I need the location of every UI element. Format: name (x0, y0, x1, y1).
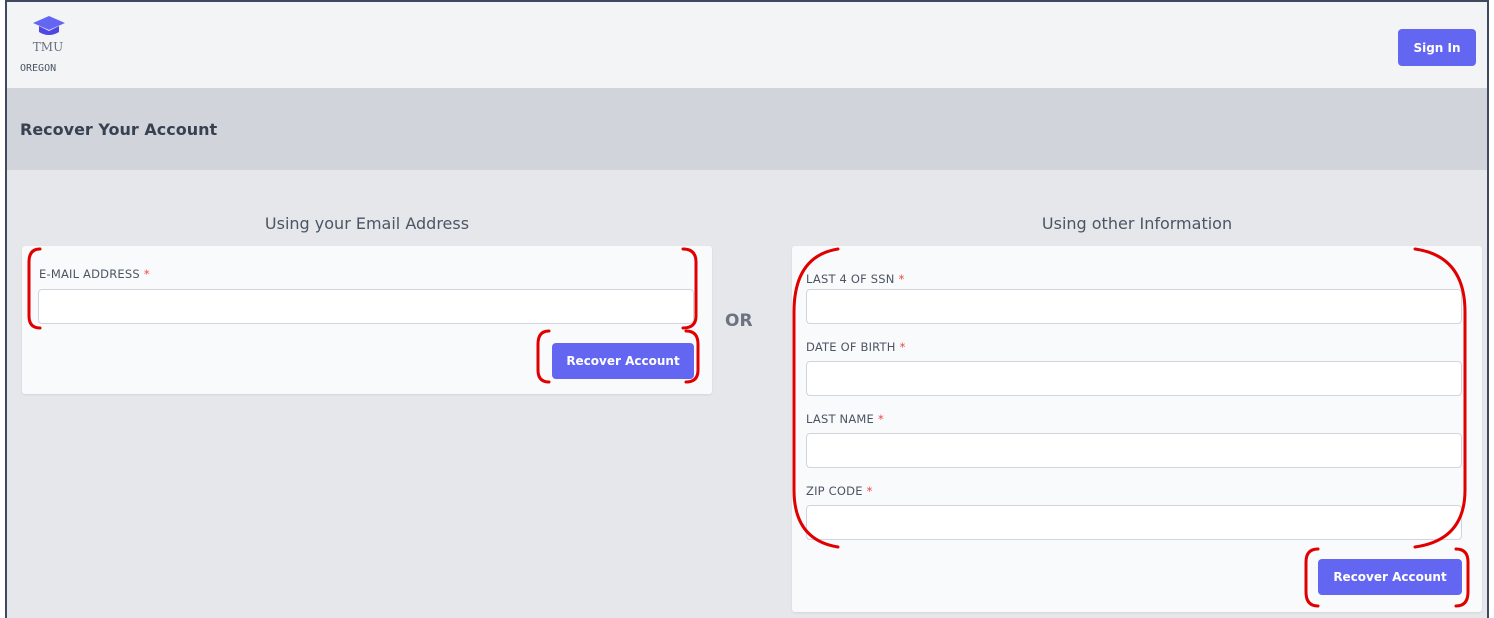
date-of-birth-field[interactable] (806, 361, 1462, 396)
required-marker: * (898, 272, 905, 286)
or-separator: OR (725, 311, 753, 331)
app-window: TMU OREGON Sign In Recover Your Account … (5, 0, 1489, 618)
other-info-recovery-card: LAST 4 OF SSN * DATE OF BIRTH * LAST NAME *… (792, 246, 1482, 612)
logo-text: TMU (32, 40, 64, 54)
email-field[interactable] (38, 289, 694, 324)
logo-subtitle: OREGON (20, 63, 57, 74)
sign-in-button[interactable]: Sign In (1398, 29, 1476, 66)
top-navigation-bar: TMU OREGON Sign In (7, 2, 1487, 88)
zip-code-field-label: ZIP CODE * (806, 484, 873, 498)
required-marker: * (899, 340, 906, 354)
recover-account-other-button[interactable]: Recover Account (1318, 559, 1462, 595)
other-section-heading: Using other Information (1041, 214, 1233, 233)
email-field-label: E-MAIL ADDRESS * (39, 267, 150, 281)
last-name-field[interactable] (806, 433, 1462, 468)
dob-field-label: DATE OF BIRTH * (806, 340, 906, 354)
email-section-heading: Using your Email Address (264, 214, 470, 233)
zip-code-field[interactable] (806, 505, 1462, 540)
email-recovery-card: E-MAIL ADDRESS * Recover Account (22, 246, 712, 394)
required-marker: * (877, 412, 884, 426)
page-title-bar: Recover Your Account (7, 88, 1487, 170)
page-title: Recover Your Account (20, 120, 218, 139)
site-logo[interactable]: TMU OREGON (19, 12, 79, 82)
ssn-field-label: LAST 4 OF SSN * (806, 272, 905, 286)
graduation-cap-icon (33, 16, 65, 35)
ssn-last4-field[interactable] (806, 289, 1462, 324)
required-marker: * (143, 267, 150, 281)
required-marker: * (866, 484, 873, 498)
recover-account-email-button[interactable]: Recover Account (552, 343, 694, 379)
last-name-field-label: LAST NAME * (806, 412, 884, 426)
